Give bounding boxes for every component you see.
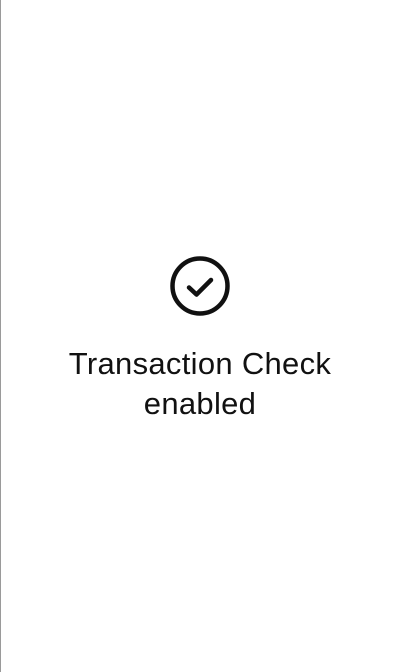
confirmation-screen: Transaction Check enabled — [0, 0, 400, 672]
confirmation-content: Transaction Check enabled — [0, 256, 400, 424]
check-circle-icon — [170, 256, 230, 316]
confirmation-message: Transaction Check enabled — [68, 346, 332, 421]
